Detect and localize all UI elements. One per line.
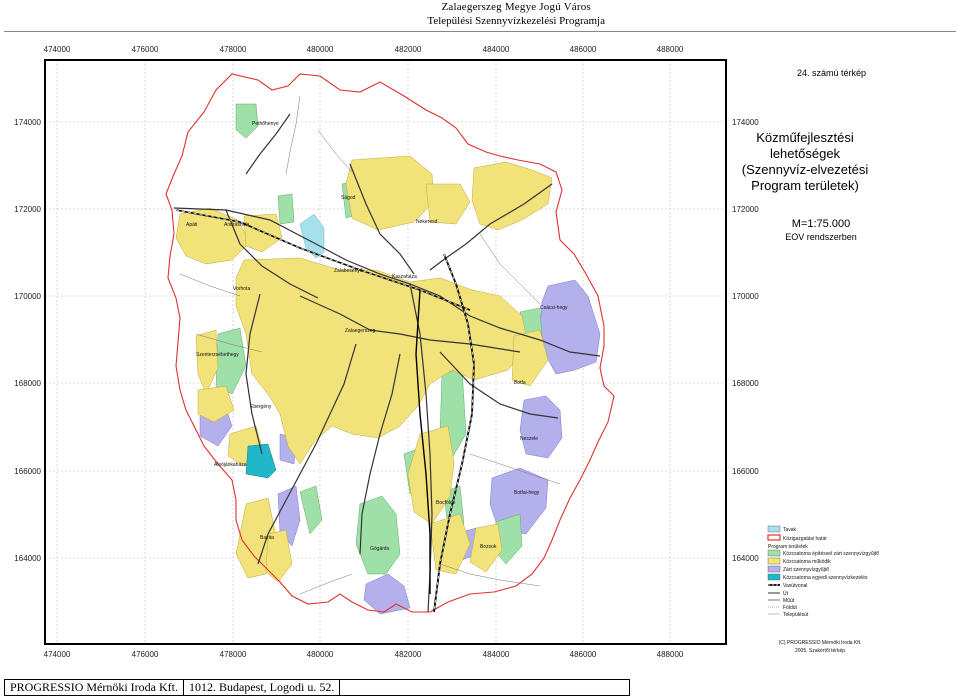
y-coord-label: 170000 [732, 292, 759, 301]
place-label: Neszele [520, 436, 538, 442]
legend-label: Településút [783, 612, 809, 618]
place-label: Szenterzsébethegy [196, 352, 239, 358]
map-title-line: Program területek) [751, 178, 859, 193]
y-coord-label: 166000 [14, 467, 41, 476]
map-scale: M=1:75.000 [792, 218, 850, 230]
legend-label: Földút [783, 605, 798, 611]
x-coord-label: 486000 [570, 45, 597, 54]
legend-heading: Program területek [768, 544, 808, 550]
map-credit: (C) PROGRESSIO Mérnöki Iroda Kft. 2005. … [779, 640, 862, 654]
credit-line: 2005. Szakértői térkép [795, 648, 845, 654]
credit-line: (C) PROGRESSIO Mérnöki Iroda Kft. [779, 640, 862, 646]
legend-swatch-lakes [767, 525, 781, 533]
y-coord-label: 170000 [14, 292, 41, 301]
place-label: Bocfölde [436, 500, 456, 506]
legend-label: Közigazgatási határ [783, 536, 827, 542]
header-line-1: Zalaegerszeg Megye Jogú Város [441, 1, 591, 13]
legend-swatch-individual [767, 573, 781, 581]
place-label: Zalaegerszeg [345, 328, 376, 334]
place-label: Gógánfa [370, 546, 389, 552]
map-title: Közműfejlesztési lehetőségek (Szennyvíz-… [742, 130, 869, 193]
footer-empty-cell [340, 680, 629, 695]
document-header: Zalaegerszeg Megye Jogú Város Települési… [427, 0, 605, 28]
x-coord-label: 482000 [395, 45, 422, 54]
y-coord-label: 172000 [732, 205, 759, 214]
place-label: Andráshida [224, 222, 250, 228]
map-legend: Tavak Közigazgatási határ Program terüle… [767, 525, 879, 618]
x-coord-label: 476000 [132, 650, 159, 659]
legend-label: Közcsatorna egyedi szennyvízkezelés [783, 575, 868, 581]
legend-label: Vasútvonal [783, 583, 807, 589]
x-coord-label: 474000 [44, 650, 71, 659]
x-coord-label: 478000 [220, 650, 247, 659]
y-coord-label: 174000 [732, 118, 759, 127]
y-coord-label: 166000 [732, 467, 759, 476]
x-coord-label: 480000 [307, 650, 334, 659]
place-label: Ságod [341, 195, 356, 201]
y-coordinates-left: 174000 172000 170000 168000 166000 16400… [14, 118, 41, 563]
place-label: Botfa [514, 380, 526, 386]
place-label: Kaszaháza [392, 274, 417, 280]
place-label: Nekeresd [416, 219, 438, 225]
map-projection: EOV rendszerben [785, 232, 857, 242]
y-coord-label: 168000 [14, 379, 41, 388]
x-coord-label: 488000 [657, 45, 684, 54]
x-coord-label: 476000 [132, 45, 159, 54]
x-coordinates-bottom: 474000 476000 478000 480000 482000 48400… [44, 650, 684, 659]
place-label: Alsójánkaháza [214, 462, 247, 468]
x-coord-label: 478000 [220, 45, 247, 54]
x-coordinates-top: 474000 476000 478000 480000 482000 48400… [44, 45, 684, 54]
legend-label: Közcsatorna építéssel zárt szennyvízgyűj… [783, 551, 879, 557]
x-coord-label: 484000 [483, 45, 510, 54]
place-label: Bozsok [480, 544, 497, 550]
legend-label: Út [783, 590, 789, 597]
x-coord-label: 488000 [657, 650, 684, 659]
legend-label: Zárt szennyvízgyűjtő [783, 567, 829, 573]
y-coord-label: 168000 [732, 379, 759, 388]
map-title-line: Közműfejlesztési [756, 130, 854, 145]
footer-company: PROGRESSIO Mérnöki Iroda Kft. [5, 680, 184, 695]
y-coord-label: 174000 [14, 118, 41, 127]
x-coord-label: 480000 [307, 45, 334, 54]
footer-address: 1012. Budapest, Logodi u. 52. [184, 680, 341, 695]
legend-label: Tavak [783, 527, 797, 533]
y-coord-label: 164000 [732, 554, 759, 563]
legend-label: Műút [783, 598, 795, 604]
place-label: Vorhota [233, 286, 250, 292]
place-label: Apáti [186, 222, 197, 228]
y-coord-label: 164000 [14, 554, 41, 563]
x-coord-label: 484000 [483, 650, 510, 659]
header-line-2: Települési Szennyvízkezelési Programja [427, 15, 605, 27]
place-label: Ebergény [250, 404, 272, 410]
map-title-line: (Szennyvíz-elvezetési [742, 162, 869, 177]
document-footer: PROGRESSIO Mérnöki Iroda Kft. 1012. Buda… [4, 679, 630, 696]
legend-swatch-planned [767, 549, 781, 557]
legend-swatch-closed [767, 565, 781, 573]
x-coord-label: 474000 [44, 45, 71, 54]
place-label: Csácsi-hegy [540, 305, 568, 311]
legend-label: Közcsatorna működik [783, 559, 831, 565]
place-label: Zalabesenyő [334, 268, 363, 274]
x-coord-label: 486000 [570, 650, 597, 659]
legend-swatch-boundary [767, 534, 781, 541]
place-label: Botfai-hegy [514, 490, 540, 496]
legend-swatch-functioning [767, 557, 781, 565]
y-coord-label: 172000 [14, 205, 41, 214]
header-rule [4, 31, 956, 32]
x-coord-label: 482000 [395, 650, 422, 659]
lake [299, 213, 325, 259]
place-label: Bazita [260, 535, 274, 541]
map-title-line: lehetőségek [770, 146, 841, 161]
map-number: 24. számú térkép [797, 68, 866, 78]
place-label: Pethőhenye [252, 121, 279, 127]
city-map[interactable]: 474000 476000 478000 480000 482000 48400… [0, 34, 960, 674]
